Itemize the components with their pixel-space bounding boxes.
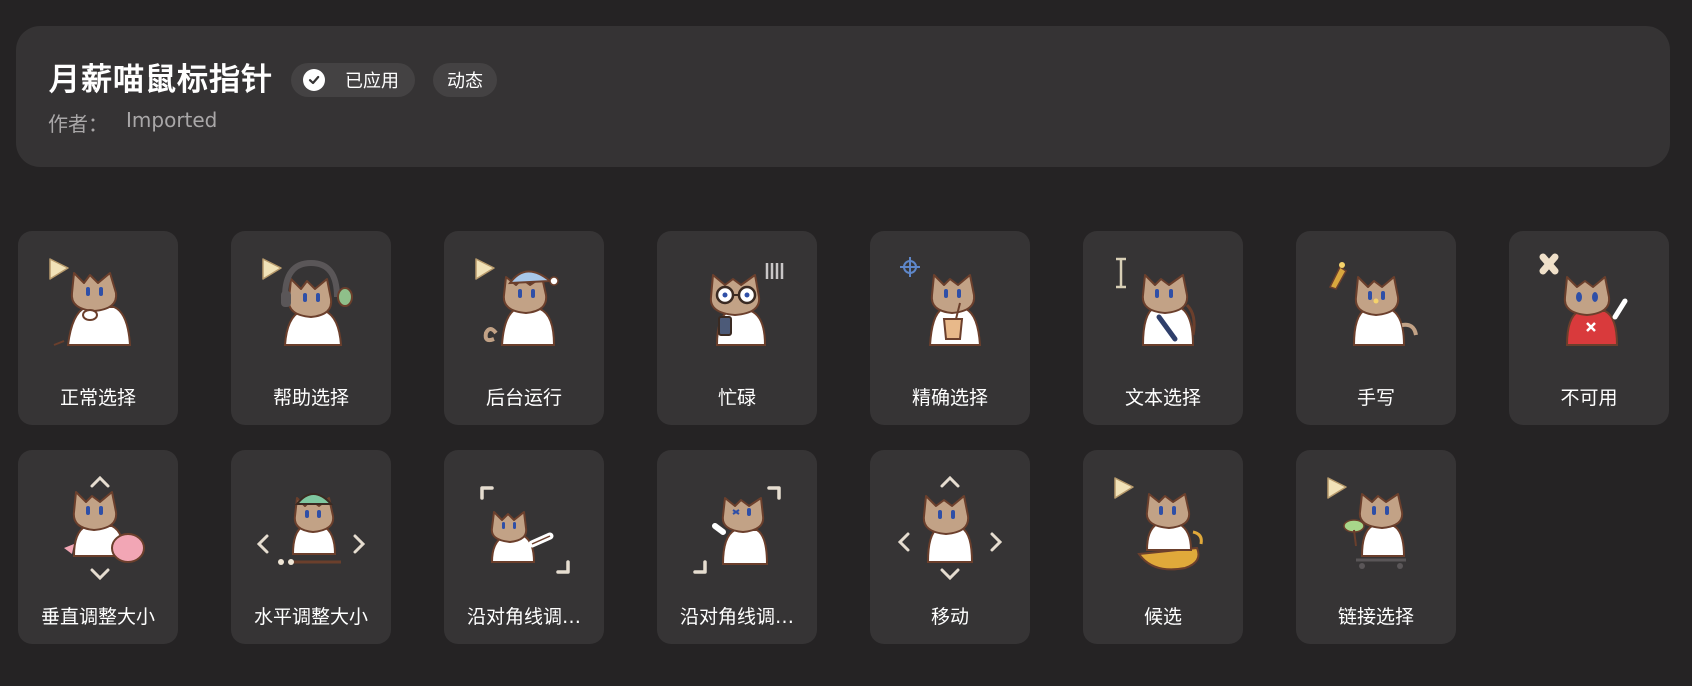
cursor-label: 不可用 (1560, 387, 1618, 409)
check-icon (303, 69, 325, 91)
applied-badge: 已应用 (291, 63, 415, 97)
cursor-resize-horizontal-icon (256, 493, 366, 565)
cursor-label: 沿对角线调… (679, 606, 794, 628)
theme-title-row: 月薪喵鼠标指针 已应用 动态 (49, 60, 497, 100)
cursor-label: 文本选择 (1124, 387, 1201, 409)
animated-badge: 动态 (433, 63, 497, 97)
cursor-label: 手写 (1356, 387, 1395, 409)
cursor-tile-resize-vertical[interactable]: 垂直调整大小 (18, 450, 178, 644)
cursor-busy-icon (709, 263, 784, 346)
cursor-label: 忙碌 (717, 387, 756, 409)
cursor-grid: 正常选择 帮助选择 后台运行 忙碌 精确选择 文本选择 手写 不可用 垂直调整大… (18, 231, 1674, 644)
cursor-label: 移动 (930, 606, 969, 628)
author-row: 作者： Imported (48, 108, 217, 137)
cursor-text-icon (1116, 257, 1196, 346)
cursor-tile-precision[interactable]: 精确选择 (870, 231, 1030, 425)
cursor-tile-move[interactable]: 移动 (870, 450, 1030, 644)
cursor-move-icon (897, 475, 1003, 580)
cursor-tile-text[interactable]: 文本选择 (1083, 231, 1243, 425)
cursor-tile-normal[interactable]: 正常选择 (18, 231, 178, 425)
cursor-resize-vertical-icon (64, 475, 145, 580)
cursor-tile-background[interactable]: 后台运行 (444, 231, 604, 425)
cursor-resize-diagonal-2-icon (693, 486, 781, 574)
cursor-label: 正常选择 (59, 387, 136, 409)
cursor-precision-icon (900, 257, 982, 346)
cursor-tile-link[interactable]: 链接选择 (1296, 450, 1456, 644)
cursor-label: 沿对角线调… (466, 606, 581, 628)
cursor-tile-resize-horizontal[interactable]: 水平调整大小 (231, 450, 391, 644)
cursor-tile-unavailable[interactable]: 不可用 (1509, 231, 1669, 425)
cursor-label: 链接选择 (1337, 606, 1414, 628)
animated-badge-label: 动态 (447, 71, 483, 92)
cursor-tile-resize-diagonal-2[interactable]: 沿对角线调… (657, 450, 817, 644)
cursor-normal-icon (49, 258, 132, 346)
cursor-candidate-icon (1114, 477, 1203, 571)
cursor-tile-busy[interactable]: 忙碌 (657, 231, 817, 425)
cursor-tile-candidate[interactable]: 候选 (1083, 450, 1243, 644)
cursor-label: 精确选择 (911, 387, 988, 409)
cursor-tile-help[interactable]: 帮助选择 (231, 231, 391, 425)
cursor-handwriting-icon (1328, 262, 1418, 346)
cursor-label: 水平调整大小 (253, 606, 368, 628)
cursor-background-icon (475, 258, 559, 346)
cursor-link-icon (1327, 477, 1406, 569)
cursor-label: 帮助选择 (272, 387, 349, 409)
cursor-label: 垂直调整大小 (40, 606, 155, 628)
cursor-tile-handwriting[interactable]: 手写 (1296, 231, 1456, 425)
theme-header-card: 月薪喵鼠标指针 已应用 动态 作者： Imported (16, 26, 1670, 167)
applied-badge-label: 已应用 (345, 71, 399, 92)
cursor-tile-resize-diagonal-1[interactable]: 沿对角线调… (444, 450, 604, 644)
author-value: Imported (126, 108, 218, 132)
cursor-help-icon (262, 258, 353, 346)
cursor-unavailable-icon (1539, 253, 1628, 346)
cursor-label: 后台运行 (485, 387, 562, 409)
cursor-label: 候选 (1143, 606, 1182, 628)
cursor-resize-diagonal-1-icon (480, 486, 570, 574)
theme-title: 月薪喵鼠标指针 (49, 62, 273, 98)
author-label: 作者： (48, 112, 108, 136)
